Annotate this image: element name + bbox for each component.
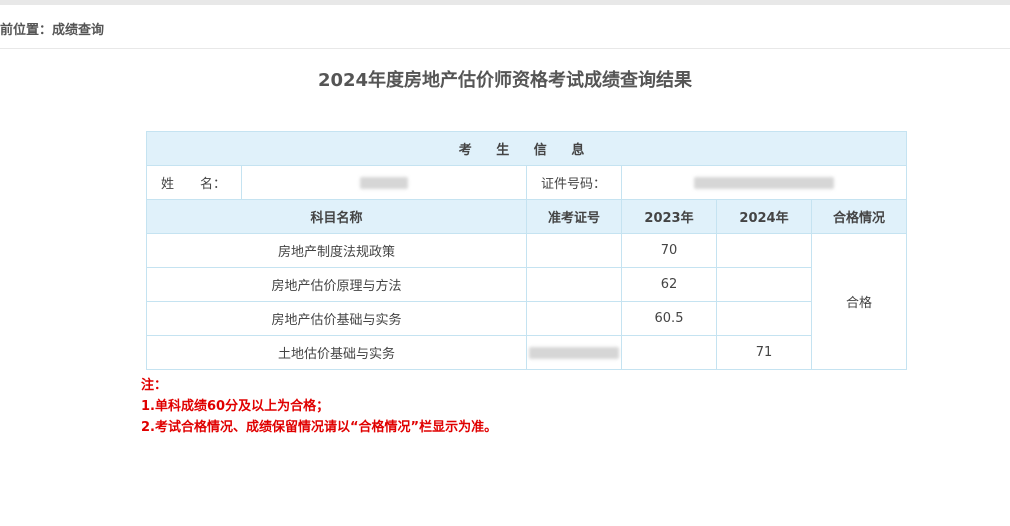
score-2024-cell [716, 267, 812, 302]
table-row: 房地产制度法规政策 70 合格 [146, 233, 908, 370]
table-row: 房地产估价基础与实务 60.5 [146, 301, 907, 336]
col-subject: 科目名称 [146, 199, 527, 234]
col-exam-no: 准考证号 [526, 199, 622, 234]
score-table: 考 生 信 息 姓 名： 证件号码： 科目名称 准考证号 2023年 2024年… [145, 131, 908, 370]
score-2024-cell: 71 [716, 335, 812, 370]
section-title: 考 生 信 息 [145, 131, 908, 166]
notes: 注： 1.单科成绩60分及以上为合格； 2.考试合格情况、成绩保留情况请以“合格… [141, 375, 497, 438]
note-heading: 注： [141, 378, 168, 393]
id-label: 证件号码： [526, 165, 622, 200]
col-status: 合格情况 [810, 199, 908, 234]
id-value [620, 165, 908, 200]
subject-cell: 房地产估价原理与方法 [146, 267, 527, 302]
subject-cell: 房地产制度法规政策 [146, 233, 527, 268]
subject-cell: 房地产估价基础与实务 [146, 301, 527, 336]
col-2024: 2024年 [716, 199, 812, 234]
section-header-row: 考 生 信 息 [145, 131, 908, 166]
table-row: 房地产估价原理与方法 62 [146, 267, 907, 302]
divider [0, 48, 1010, 49]
note-item: 1.单科成绩60分及以上为合格； [141, 399, 330, 414]
breadcrumb: 前位置：成绩查询 [0, 19, 104, 38]
redacted-id [694, 176, 835, 189]
column-header-row: 科目名称 准考证号 2023年 2024年 合格情况 备注 [146, 199, 908, 234]
col-2023: 2023年 [621, 199, 717, 234]
exam-no-cell [526, 335, 622, 370]
score-2023-cell: 60.5 [621, 301, 717, 336]
status-cell: 合格 [810, 233, 908, 370]
top-strip [0, 0, 1010, 5]
table-row: 土地估价基础与实务 71 [146, 335, 907, 370]
score-2023-cell: 70 [621, 233, 717, 268]
exam-no-cell [526, 267, 622, 302]
candidate-info-row: 姓 名： 证件号码： [146, 165, 908, 200]
exam-no-cell [526, 301, 622, 336]
name-value [241, 165, 527, 200]
redacted-name [360, 176, 408, 189]
name-label: 姓 名： [146, 165, 242, 200]
note-item: 2.考试合格情况、成绩保留情况请以“合格情况”栏显示为准。 [141, 420, 498, 435]
score-2023-cell [621, 335, 717, 370]
score-2023-cell: 62 [621, 267, 717, 302]
breadcrumb-prefix: 前位置： [0, 23, 53, 38]
subject-cell: 土地估价基础与实务 [146, 335, 527, 370]
score-2024-cell [716, 233, 812, 268]
exam-no-cell [526, 233, 622, 268]
redacted-exam-no [529, 346, 619, 359]
breadcrumb-current: 成绩查询 [52, 23, 105, 38]
score-2024-cell [716, 301, 812, 336]
page-title: 2024年度房地产估价师资格考试成绩查询结果 [317, 70, 693, 91]
